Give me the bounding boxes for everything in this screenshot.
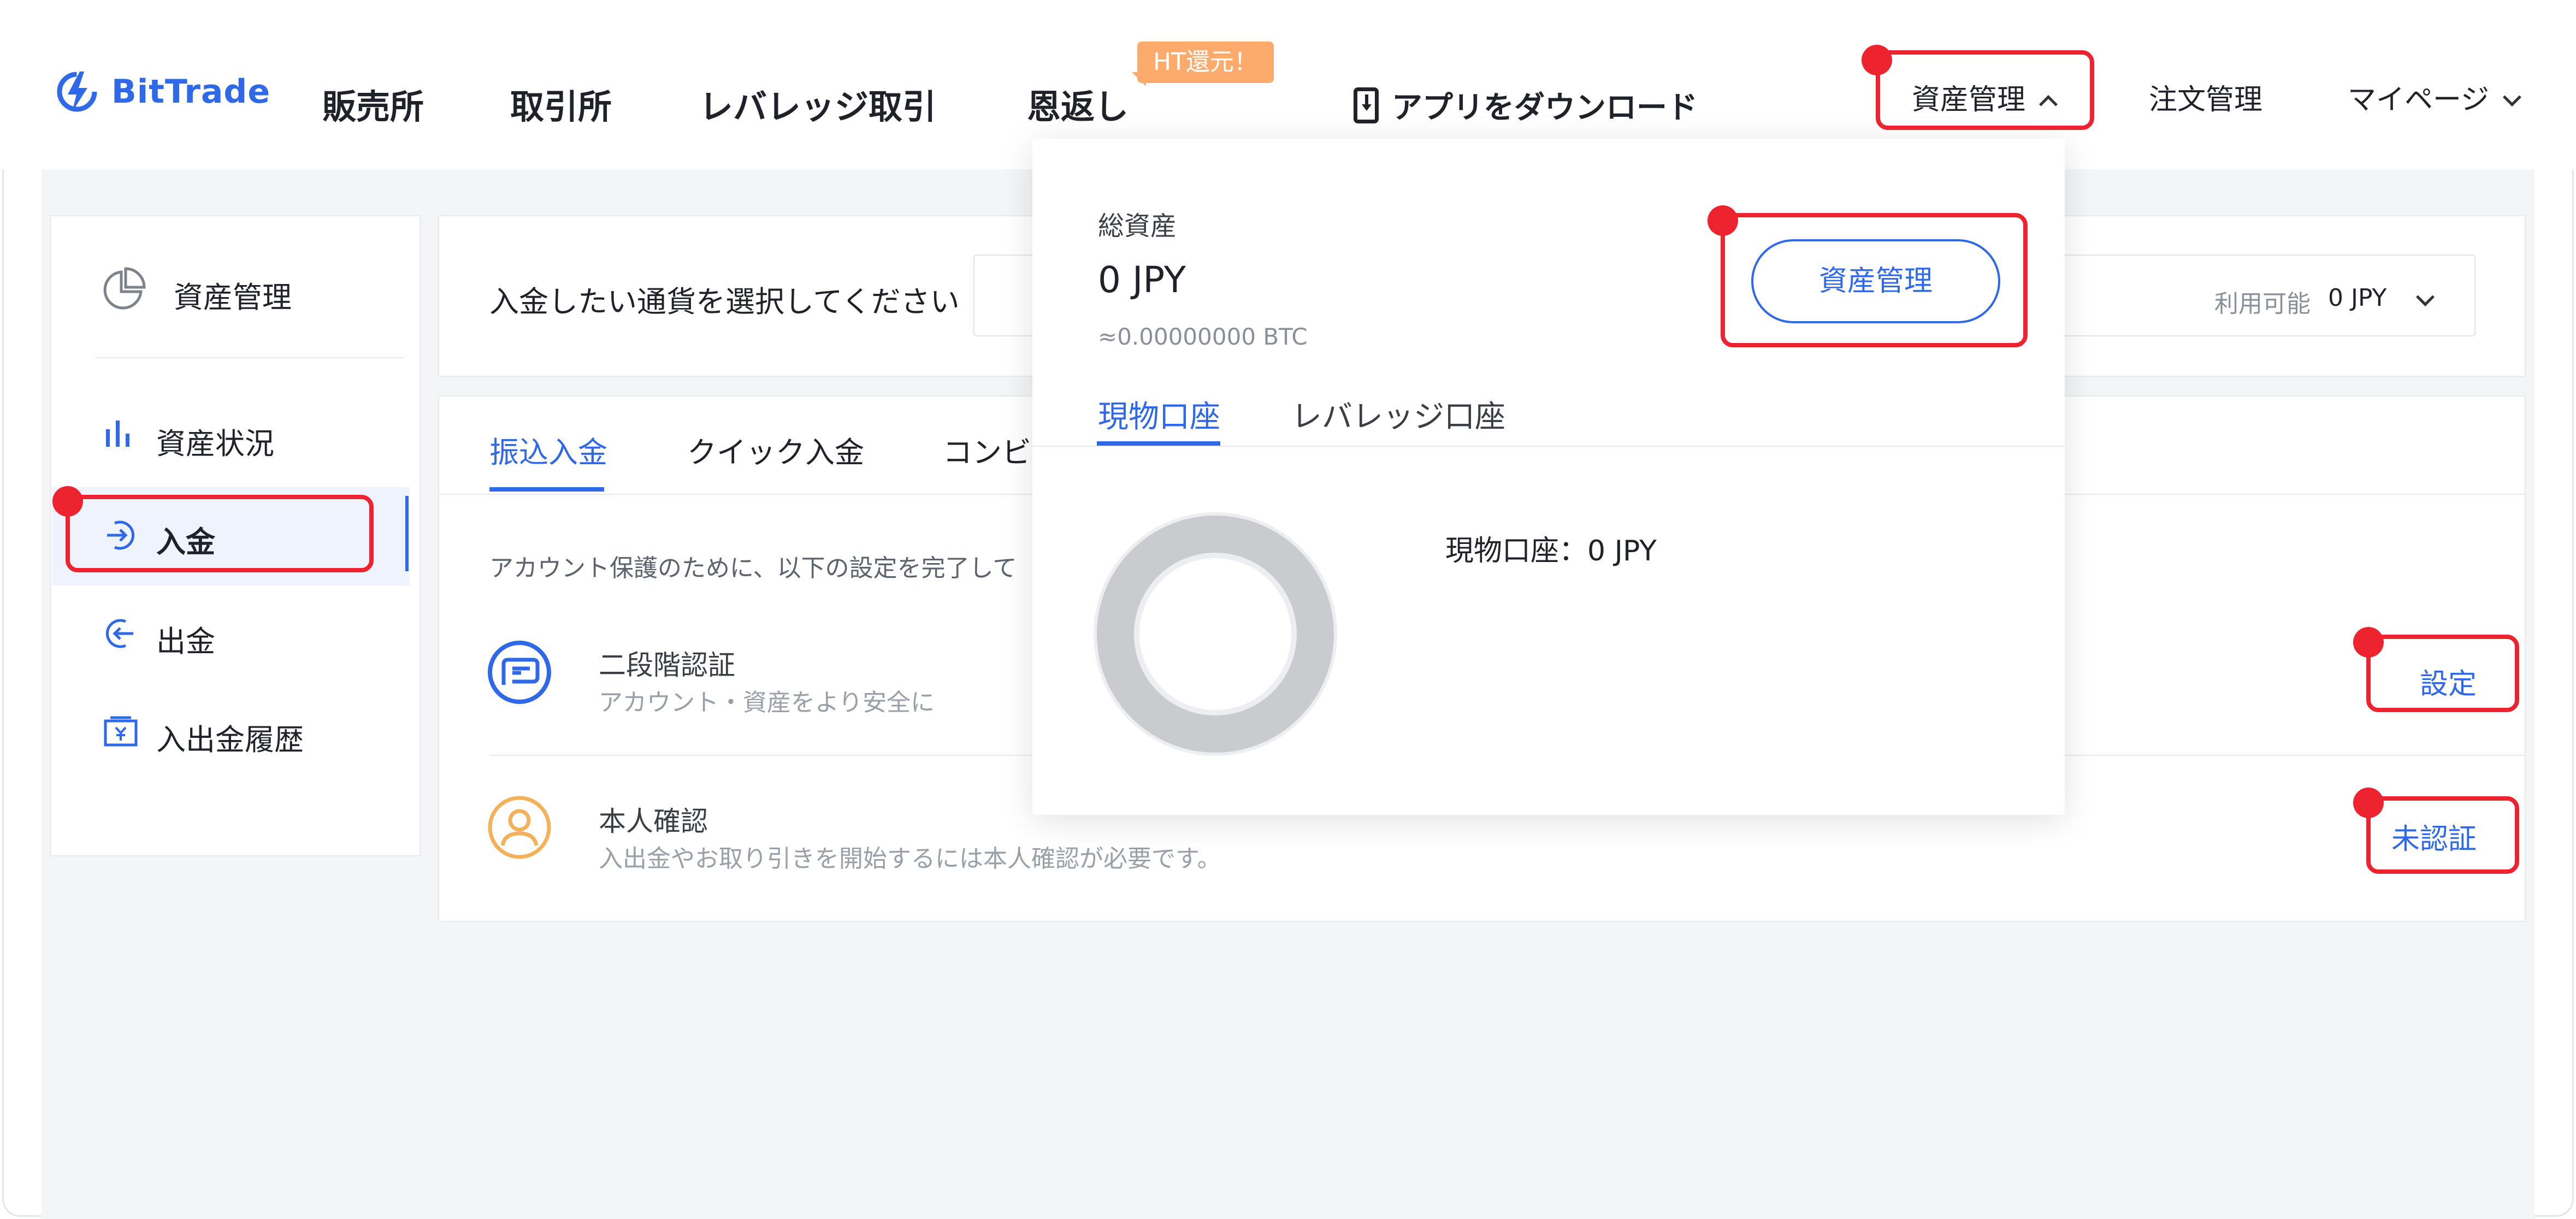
nav-leverage[interactable]: レバレッジ取引 <box>699 79 936 128</box>
nav-my-page-label: マイページ <box>2348 84 2489 116</box>
nav-sales[interactable]: 販売所 <box>322 79 424 128</box>
available-value: 0 JPY <box>2328 284 2387 312</box>
nav-ongaeshi[interactable]: 恩返し <box>1027 79 1129 128</box>
highlight-dot-dropdown-button <box>1708 205 1738 236</box>
logo[interactable]: BitTrade <box>52 64 270 119</box>
nav-order-management[interactable]: 注文管理 <box>2149 76 2262 117</box>
spot-account-summary: 現物口座：0 JPY <box>1445 535 1657 567</box>
sidebar-active-indicator <box>405 496 409 571</box>
highlight-two-factor-setup <box>2366 635 2519 712</box>
identity-title: 本人確認 <box>599 806 708 837</box>
bittrade-logo-icon <box>57 72 97 112</box>
sidebar-item-withdraw[interactable]: 出金 <box>156 617 215 660</box>
highlight-asset-management-button <box>1721 213 2028 347</box>
sidebar-divider <box>95 357 404 358</box>
phone-download-icon <box>1354 87 1379 123</box>
history-icon <box>104 716 138 747</box>
withdraw-arrow-icon <box>105 619 133 648</box>
total-assets-value: 0 JPY <box>1098 259 1186 301</box>
highlight-nav-asset-management <box>1876 50 2094 130</box>
currency-select-prompt: 入金したい通貨を選択してください <box>489 285 960 319</box>
logo-text: BitTrade <box>111 73 271 111</box>
tab-spot-account[interactable]: 現物口座 <box>1098 392 1220 436</box>
dropdown-tab-underline <box>1097 441 1220 446</box>
tab-active-underline <box>489 487 604 492</box>
nav-my-page[interactable]: マイページ <box>2348 76 2521 117</box>
two-factor-title: 二段階認証 <box>599 649 735 681</box>
tab-leverage-account[interactable]: レバレッジ口座 <box>1291 392 1505 436</box>
highlight-identity-status <box>2366 796 2519 874</box>
tab-convenience-store[interactable]: コンビ <box>943 428 1031 471</box>
sidebar-item-asset-status[interactable]: 資産状況 <box>156 419 274 463</box>
highlight-dot-setup <box>2353 627 2384 658</box>
highlight-sidebar-deposit <box>66 495 374 572</box>
sidebar-title: 資産管理 <box>174 280 292 315</box>
nav-app-download[interactable]: アプリをダウンロード <box>1392 83 1698 127</box>
asset-donut-chart <box>1097 516 1334 753</box>
two-factor-auth-icon <box>488 641 551 704</box>
pie-chart-icon <box>103 267 146 310</box>
bar-chart-icon <box>106 421 129 447</box>
identity-subtitle: 入出金やお取り引きを開始するには本人確認が必要です。 <box>599 845 1221 873</box>
available-label: 利用可能 <box>2214 290 2311 318</box>
dropdown-tabs-divider <box>1032 446 2065 447</box>
highlight-dot-nav <box>1862 45 1892 75</box>
two-factor-subtitle: アカウント・資産をより安全に <box>599 689 935 717</box>
tab-bank-transfer[interactable]: 振込入金 <box>489 428 607 471</box>
page: BitTrade 販売所 取引所 レバレッジ取引 恩返し HT還元！ アプリをダ… <box>0 0 2576 1219</box>
total-assets-label: 総資産 <box>1098 211 1177 241</box>
chevron-down-icon <box>2502 88 2521 106</box>
highlight-dot-identity <box>2353 788 2384 818</box>
sidebar-item-history[interactable]: 入出金履歴 <box>156 715 304 759</box>
tab-quick-deposit[interactable]: クイック入金 <box>687 428 864 471</box>
identity-verification-icon <box>488 796 551 859</box>
nav-exchange[interactable]: 取引所 <box>510 79 612 128</box>
ongaeshi-badge: HT還元！ <box>1132 42 1274 86</box>
total-assets-btc: ≈0.00000000 BTC <box>1098 323 1308 350</box>
highlight-dot-deposit <box>52 486 83 517</box>
security-notice: アカウント保護のために、以下の設定を完了して <box>489 554 1017 582</box>
